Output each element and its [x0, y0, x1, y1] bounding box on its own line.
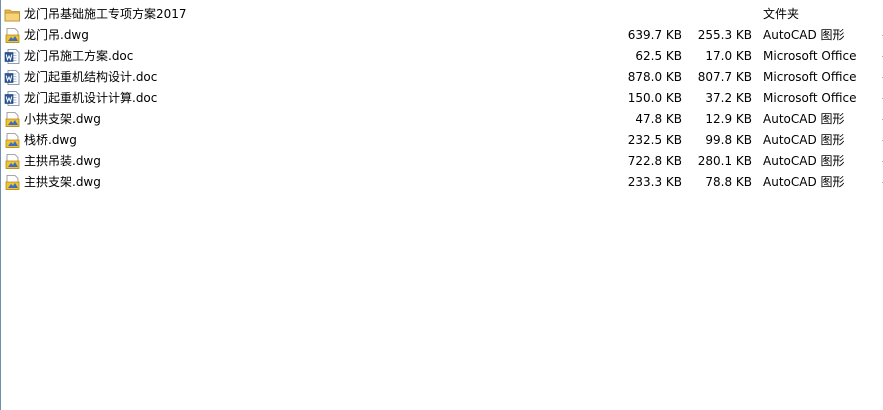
file-type: AutoCAD 图形 [763, 133, 845, 147]
file-name: 龙门吊施工方案.doc [24, 49, 134, 63]
file-row[interactable]: 主拱吊装.dwg 722.8 KB 280.1 KB AutoCAD 图形 [1, 151, 883, 172]
file-type: AutoCAD 图形 [763, 28, 845, 42]
folder-icon [4, 6, 21, 23]
file-row[interactable]: 龙门起重机设计计算.doc 150.0 KB 37.2 KB Microsoft Of… [1, 88, 883, 109]
dwg-file-icon [4, 111, 21, 128]
file-name: 主拱吊装.dwg [24, 154, 101, 168]
word-doc-icon [4, 90, 21, 107]
file-type: 文件夹 [763, 7, 800, 21]
file-size: 639.7 KB [627, 28, 682, 42]
file-row[interactable]: 龙门吊基础施工专项方案2017 文件夹 [1, 4, 883, 25]
file-name: 龙门吊.dwg [24, 28, 89, 42]
file-name: 龙门起重机设计计算.doc [24, 91, 158, 105]
file-type: Microsoft Office [763, 91, 857, 105]
file-packed-size: 37.2 KB [705, 91, 752, 105]
file-size: 722.8 KB [627, 154, 682, 168]
word-doc-icon [4, 48, 21, 65]
file-type: AutoCAD 图形 [763, 154, 845, 168]
file-name: 龙门起重机结构设计.doc [24, 70, 158, 84]
file-size: 232.5 KB [627, 133, 682, 147]
file-row[interactable]: 小拱支架.dwg 47.8 KB 12.9 KB AutoCAD 图形 [1, 109, 883, 130]
dwg-file-icon [4, 174, 21, 191]
file-name: 主拱支架.dwg [24, 175, 101, 189]
file-size: 62.5 KB [635, 49, 682, 63]
file-row[interactable]: 龙门起重机结构设计.doc 878.0 KB 807.7 KB Microsoft O… [1, 67, 883, 88]
file-type: AutoCAD 图形 [763, 175, 845, 189]
file-size: 233.3 KB [627, 175, 682, 189]
file-packed-size: 12.9 KB [705, 112, 752, 126]
file-packed-size: 99.8 KB [705, 133, 752, 147]
file-packed-size: 255.3 KB [697, 28, 752, 42]
file-name: 龙门吊基础施工专项方案2017 [24, 7, 187, 21]
word-doc-icon [4, 69, 21, 86]
file-packed-size: 280.1 KB [697, 154, 752, 168]
file-type: Microsoft Office [763, 70, 857, 84]
dwg-file-icon [4, 132, 21, 149]
file-row[interactable]: 龙门吊施工方案.doc 62.5 KB 17.0 KB Microsoft Offic… [1, 46, 883, 67]
file-row[interactable]: 栈桥.dwg 232.5 KB 99.8 KB AutoCAD 图形 [1, 130, 883, 151]
file-list: 龙门吊基础施工专项方案2017 文件夹龙门吊.dwg 639.7 KB 255.3 K… [1, 4, 883, 193]
file-name: 小拱支架.dwg [24, 112, 101, 126]
dwg-file-icon [4, 27, 21, 44]
file-size: 47.8 KB [635, 112, 682, 126]
file-packed-size: 807.7 KB [697, 70, 752, 84]
file-row[interactable]: 龙门吊.dwg 639.7 KB 255.3 KB AutoCAD 图形 [1, 25, 883, 46]
file-name: 栈桥.dwg [24, 133, 77, 147]
dwg-file-icon [4, 153, 21, 170]
archive-file-list-pane: 龙门吊基础施工专项方案2017 文件夹龙门吊.dwg 639.7 KB 255.3 K… [0, 0, 883, 410]
file-row[interactable]: 主拱支架.dwg 233.3 KB 78.8 KB AutoCAD 图形 [1, 172, 883, 193]
file-type: Microsoft Office [763, 49, 857, 63]
file-packed-size: 17.0 KB [705, 49, 752, 63]
file-size: 150.0 KB [627, 91, 682, 105]
file-size: 878.0 KB [627, 70, 682, 84]
file-type: AutoCAD 图形 [763, 112, 845, 126]
file-packed-size: 78.8 KB [705, 175, 752, 189]
